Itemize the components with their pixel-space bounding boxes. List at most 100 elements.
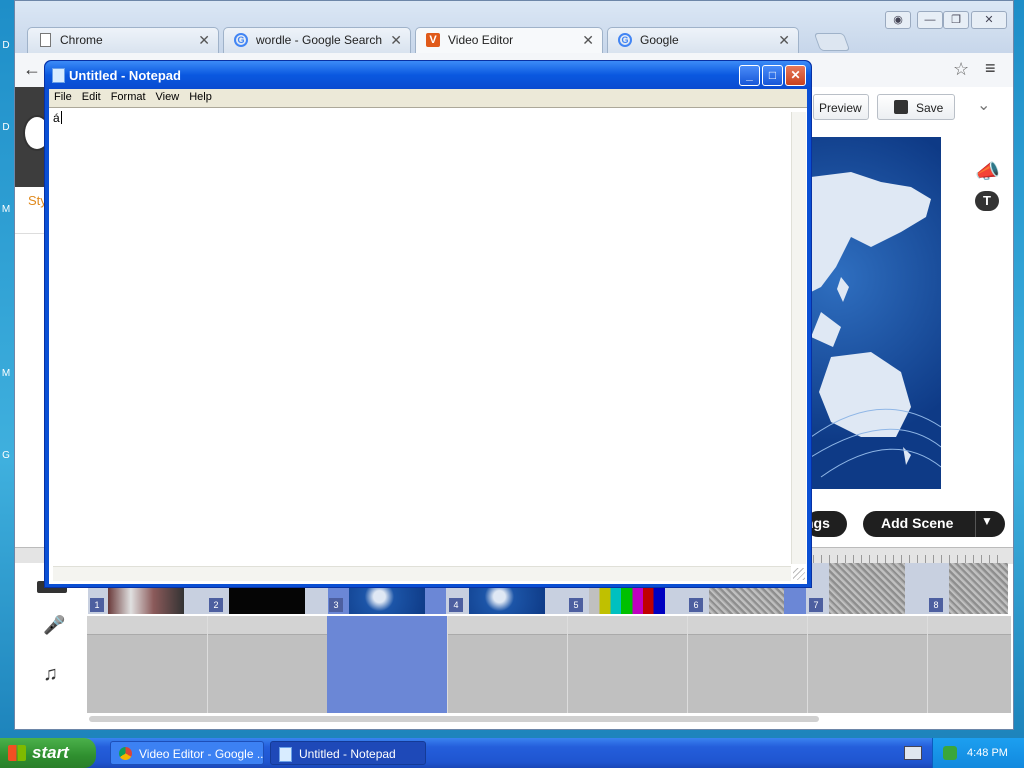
keyboard-icon[interactable] <box>904 746 922 760</box>
close-icon[interactable]: ✕ <box>198 32 210 49</box>
google-icon: G <box>234 33 248 47</box>
resize-grip-icon[interactable] <box>793 568 805 580</box>
minimize-button[interactable]: _ <box>739 65 760 86</box>
save-label: Save <box>916 101 944 115</box>
scene-thumbnail[interactable] <box>108 585 184 614</box>
selected-scene-column[interactable] <box>327 616 447 713</box>
divider <box>807 616 808 713</box>
close-icon[interactable]: ✕ <box>582 32 594 49</box>
horizontal-scrollbar[interactable] <box>53 566 791 581</box>
desktop-icon-label: D <box>2 122 10 133</box>
world-map-image <box>811 172 941 478</box>
desktop-icon-label: D <box>2 40 10 51</box>
restore-button[interactable]: ❐ <box>943 11 969 29</box>
back-arrow-icon[interactable]: ← <box>23 59 41 80</box>
scene-stage[interactable] <box>811 137 941 489</box>
vertical-scrollbar[interactable] <box>791 112 806 564</box>
chevron-down-icon[interactable]: ⌄ <box>977 95 990 115</box>
add-scene-button[interactable]: Add Scene ▼ <box>863 511 1005 537</box>
google-icon: G <box>618 33 632 47</box>
notepad-title-bar[interactable]: Untitled - Notepad _ □ ✕ <box>45 61 811 89</box>
microphone-icon[interactable]: 🎤 <box>43 615 65 636</box>
scene-thumbnail[interactable] <box>229 585 305 614</box>
notepad-icon <box>52 68 65 83</box>
start-button[interactable]: start <box>0 738 96 768</box>
profile-icon[interactable]: ◉ <box>885 11 911 29</box>
close-button[interactable]: ✕ <box>785 65 806 86</box>
bookmark-star-icon[interactable]: ☆ <box>953 59 969 80</box>
desktop-icon-label: M <box>1 368 11 379</box>
tab-google[interactable]: G Google ✕ <box>607 27 799 53</box>
scene-thumbnail[interactable] <box>349 585 425 614</box>
tab-chrome[interactable]: Chrome ✕ <box>27 27 219 53</box>
caret-down-icon[interactable]: ▼ <box>981 514 993 528</box>
window-title: Untitled - Notepad <box>69 68 181 83</box>
task-label: Untitled - Notepad <box>299 747 396 761</box>
timeline-scrollbar[interactable] <box>89 716 819 722</box>
text-cursor <box>61 111 62 124</box>
megaphone-icon[interactable]: 📣 <box>975 159 1000 184</box>
voice-track[interactable] <box>87 616 1011 635</box>
divider <box>447 616 448 713</box>
divider <box>975 511 976 537</box>
video-editor-icon: V <box>426 33 440 47</box>
divider <box>15 233 45 234</box>
scene-number: 5 <box>569 598 583 612</box>
close-icon[interactable]: ✕ <box>390 32 402 49</box>
divider <box>207 616 208 713</box>
divider <box>687 616 688 713</box>
tab-label: Chrome <box>60 33 103 47</box>
divider <box>567 616 568 713</box>
scene-number: 3 <box>329 598 343 612</box>
text-content: á <box>53 111 60 125</box>
new-tab-button[interactable] <box>813 33 851 51</box>
menu-icon[interactable]: ≡ <box>985 58 996 79</box>
tab-label: wordle - Google Search <box>256 33 383 47</box>
scene-number: 8 <box>929 598 943 612</box>
tab-video-editor[interactable]: V Video Editor ✕ <box>415 27 603 53</box>
minimize-button[interactable]: — <box>917 11 943 29</box>
maximize-button[interactable]: □ <box>762 65 783 86</box>
scene-number: 7 <box>809 598 823 612</box>
scene-number: 4 <box>449 598 463 612</box>
menu-format[interactable]: Format <box>106 89 151 103</box>
menu-help[interactable]: Help <box>184 89 217 103</box>
add-scene-label: Add Scene <box>881 515 954 531</box>
network-icon[interactable] <box>943 746 957 760</box>
desktop-icon-label: G <box>2 450 10 461</box>
task-label: Video Editor - Google ... <box>139 747 264 761</box>
scene-thumbnail[interactable] <box>949 563 1008 614</box>
tab-label: Video Editor <box>448 33 514 47</box>
scene-thumbnail[interactable] <box>469 585 545 614</box>
tab-label: Google <box>640 33 679 47</box>
task-video-editor[interactable]: Video Editor - Google ... <box>110 741 264 765</box>
scene-number: 1 <box>90 598 104 612</box>
tab-strip: Chrome ✕ G wordle - Google Search ✕ V Vi… <box>15 1 1013 53</box>
divider <box>927 616 928 713</box>
task-notepad[interactable]: Untitled - Notepad <box>270 741 426 765</box>
scene-thumbnail[interactable] <box>589 585 665 614</box>
ruler-ticks <box>805 555 1003 563</box>
menu-file[interactable]: File <box>49 89 77 103</box>
notepad-window: Untitled - Notepad _ □ ✕ File Edit Format V… <box>44 60 812 588</box>
text-area[interactable]: á <box>49 107 807 584</box>
save-icon <box>894 100 908 114</box>
preview-button[interactable]: Preview <box>813 94 869 120</box>
windows-logo-icon <box>8 745 26 761</box>
notepad-icon <box>279 747 292 762</box>
close-window-button[interactable]: ✕ <box>971 11 1007 29</box>
music-note-icon[interactable]: ♫ <box>43 663 58 686</box>
desktop-icon-label: M <box>1 204 11 215</box>
scene-thumbnail[interactable] <box>709 585 785 614</box>
taskbar: start Video Editor - Google ... Untitled… <box>0 738 1024 768</box>
clock: 4:48 PM <box>967 747 1008 759</box>
tab-wordle-search[interactable]: G wordle - Google Search ✕ <box>223 27 411 53</box>
page-icon <box>40 33 51 47</box>
close-icon[interactable]: ✕ <box>778 32 790 49</box>
scene-thumbnail[interactable] <box>829 563 905 614</box>
menu-view[interactable]: View <box>151 89 185 103</box>
menu-edit[interactable]: Edit <box>77 89 106 103</box>
text-tool-icon[interactable]: T <box>975 191 999 211</box>
menu-bar: File Edit Format View Help <box>49 89 807 107</box>
save-button[interactable]: Save <box>877 94 955 120</box>
